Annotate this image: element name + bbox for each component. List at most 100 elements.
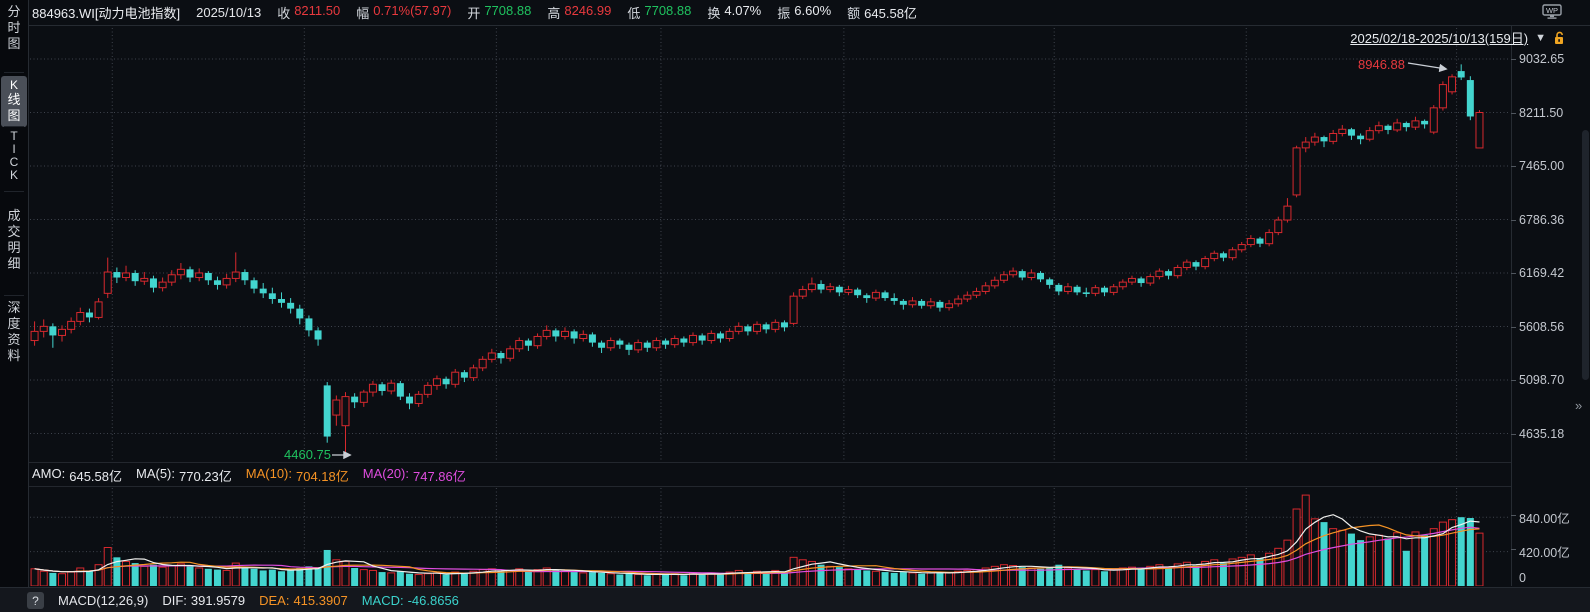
sidebar-item-char: 度 [0,316,28,332]
price-axis-label: 6169.42 [1519,266,1564,280]
field-value: 7708.88 [644,3,691,22]
low-annotation: 4460.75 [251,447,331,462]
axis-tick [1511,515,1516,516]
text: 645.58亿 [69,466,122,485]
chevron-down-icon[interactable]: ▼ [1535,32,1546,44]
text: 415.3907 [293,593,347,608]
sidebar-item-char: 成 [0,208,28,224]
svg-text:WP: WP [1546,6,1558,15]
field-value: 7708.88 [484,3,531,22]
volume-chart[interactable] [29,487,1511,586]
sidebar-item-char: 线 [1,92,27,108]
sidebar-divider [4,191,24,192]
sidebar-item-char: 深 [0,300,28,316]
text: 391.9579 [191,593,245,608]
price-axis-label: 7465.00 [1519,159,1564,173]
text: AMO: [32,466,65,485]
text: 747.86亿 [413,466,466,485]
sidebar-item-char: 图 [0,36,28,52]
sidebar-item-分时图[interactable]: 分时图 [0,4,28,52]
chart-region: 2025/02/18-2025/10/13(159日) ▼ 8946.88 44… [29,26,1590,586]
sidebar-item-char: K [1,79,27,92]
status-field: MACD: -46.8656 [362,593,459,608]
price-axis-label: 8211.50 [1519,106,1563,120]
status-field: DEA: 415.3907 [259,593,348,608]
quote-field-开: 开7708.88 [467,3,531,22]
field-label: 幅 [356,3,369,22]
field-label: 换 [707,3,720,22]
sidebar-item-深度资料[interactable]: 深度资料 [0,300,28,364]
text: DEA: [259,593,289,608]
volume-axis-label: 0 [1519,571,1526,585]
sidebar-item-成交明细[interactable]: 成交明细 [0,208,28,272]
sidebar-item-char: 交 [0,224,28,240]
sidebar-item-TICK[interactable]: TICK [0,130,28,182]
axis-tick [1511,327,1516,328]
more-indicator[interactable]: » [1575,398,1582,413]
volume-ma-label: MA(5):770.23亿 [136,466,232,485]
vertical-scrollbar[interactable] [1582,130,1589,380]
pane-divider-top [29,462,1511,463]
status-field: DIF: 391.9579 [162,593,245,608]
text: MACD: [362,593,404,608]
text: MA(5): [136,466,175,485]
help-button[interactable]: ? [27,592,44,609]
axis-tick [1511,113,1516,114]
sidebar-divider [4,126,24,127]
sidebar-item-char: 料 [0,348,28,364]
trade-date: 2025/10/13 [196,5,261,20]
field-label: 振 [777,3,790,22]
quote-fields: 收8211.50幅0.71%(57.97)开7708.88高8246.99低77… [277,3,917,22]
field-value: 645.58亿 [864,3,917,22]
date-range-link[interactable]: 2025/02/18-2025/10/13(159日) [1350,28,1528,47]
axis-tick [1511,59,1516,60]
sidebar-item-K线图[interactable]: K线图 [1,76,27,127]
sidebar-item-char: 明 [0,240,28,256]
axis-tick [1511,220,1516,221]
wp-monitor-icon[interactable]: WP [1542,4,1562,19]
text: 704.18亿 [296,466,349,485]
title-bar: 884963.WI[动力电池指数] 2025/10/13 收8211.50幅0.… [29,0,1590,26]
app-window: 分时图K线图TICK成交明细深度资料 884963.WI[动力电池指数] 202… [0,0,1590,612]
axis-tick [1511,273,1516,274]
sidebar-item-char: 图 [1,108,27,124]
field-value: 4.07% [724,3,761,22]
field-label: 收 [277,3,290,22]
field-label: 高 [547,3,560,22]
axis-tick [1511,380,1516,381]
text: MA(20): [363,466,409,485]
axis-tick [1511,434,1516,435]
text: DIF: [162,593,187,608]
price-axis-label: 5098.70 [1519,373,1564,387]
field-label: 开 [467,3,480,22]
indicator-name[interactable]: MACD(12,26,9) [58,593,148,608]
field-label: 低 [627,3,640,22]
sidebar-item-char: K [0,169,28,182]
volume-ma-label: MA(10):704.18亿 [246,466,349,485]
candlestick-chart[interactable] [29,26,1511,463]
price-axis-label: 4635.18 [1519,427,1564,441]
text: 770.23亿 [179,466,232,485]
status-bar: ? MACD(12,26,9) DIF: 391.9579 DEA: 415.3907… [0,587,1590,612]
sidebar-item-char: 细 [0,256,28,272]
price-axis-label: 6786.36 [1519,213,1564,227]
high-annotation: 8946.88 [1305,57,1405,72]
unlock-icon[interactable] [1553,31,1566,45]
quote-field-收: 收8211.50 [277,3,340,22]
quote-field-振: 振6.60% [777,3,831,22]
symbol-title: 884963.WI[动力电池指数] [32,3,180,22]
price-axis-label: 5608.56 [1519,320,1564,334]
indicator-values: DIF: 391.9579 DEA: 415.3907 MACD: -46.8656 [162,593,459,608]
axis-tick [1511,166,1516,167]
field-value: 8246.99 [564,3,611,22]
range-selector: 2025/02/18-2025/10/13(159日) ▼ [1350,28,1566,47]
text: MA(10): [246,466,292,485]
quote-field-额: 额645.58亿 [847,3,917,22]
text: -46.8656 [408,593,459,608]
pane-divider-bottom [29,486,1511,487]
volume-indicator-row: AMO:645.58亿MA(5):770.23亿MA(10):704.18亿MA… [32,466,466,485]
axis-tick [1511,549,1516,550]
field-value: 6.60% [794,3,831,22]
price-axis-label: 9032.65 [1519,52,1564,66]
quote-field-高: 高8246.99 [547,3,611,22]
